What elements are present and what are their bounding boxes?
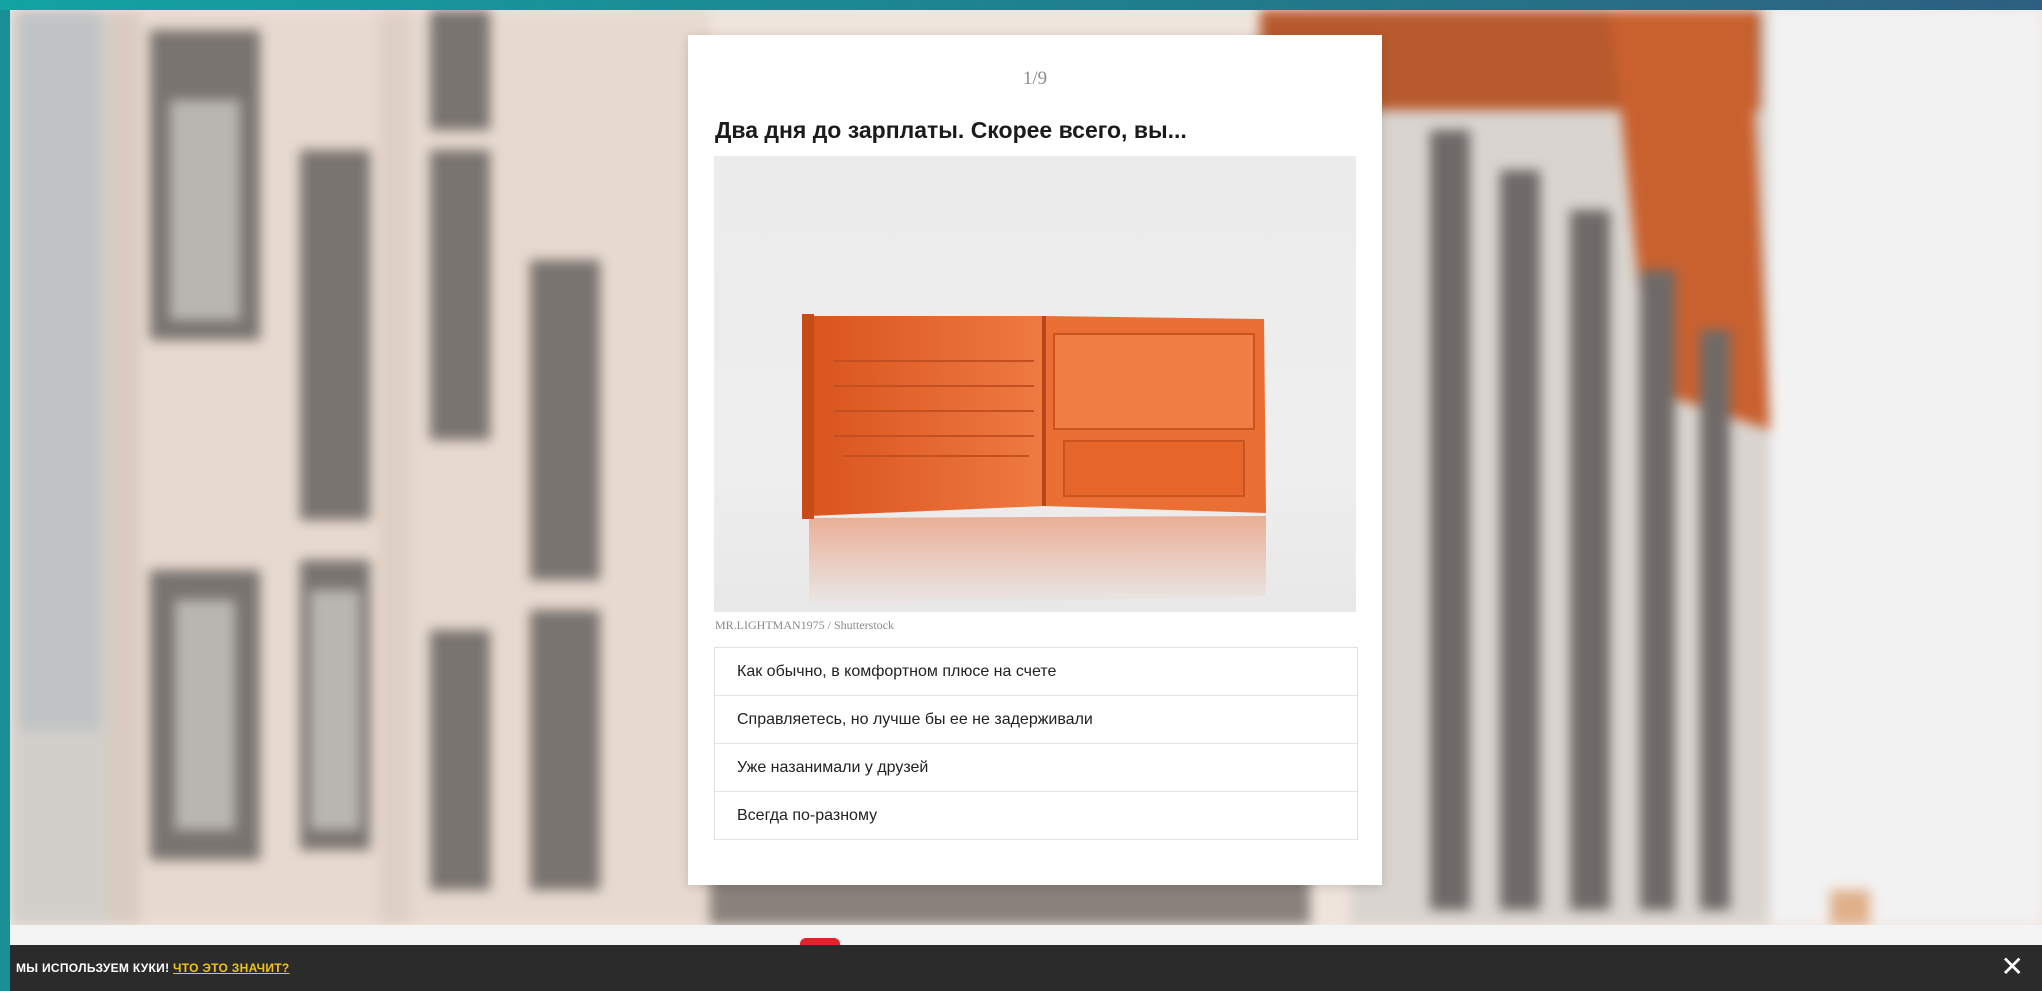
quiz-progress: 1/9 bbox=[1022, 68, 1048, 89]
answer-list: Как обычно, в комфортном плюсе на счете … bbox=[714, 647, 1358, 840]
cookie-info-link[interactable]: ЧТО ЭТО ЗНАЧИТ? bbox=[173, 961, 290, 975]
cookie-text: МЫ ИСПОЛЬЗУЕМ КУКИ! bbox=[16, 961, 170, 975]
page-viewport: 1/9 Два дня до зарплаты. Скорее всего, в… bbox=[10, 10, 2042, 991]
page-footer-strip bbox=[10, 925, 2042, 945]
answer-option-1[interactable]: Как обычно, в комфортном плюсе на счете bbox=[715, 648, 1357, 696]
quiz-card: 1/9 Два дня до зарплаты. Скорее всего, в… bbox=[688, 35, 1382, 885]
cookie-bar: МЫ ИСПОЛЬЗУЕМ КУКИ! ЧТО ЭТО ЗНАЧИТ? ✕ bbox=[10, 945, 2042, 991]
answer-option-2[interactable]: Справляетесь, но лучше бы ее не задержив… bbox=[715, 696, 1357, 744]
wallet-image bbox=[802, 314, 1266, 606]
photo-credit: MR.LIGHTMAN1975 / Shutterstock bbox=[715, 618, 894, 632]
quiz-question: Два дня до зарплаты. Скорее всего, вы... bbox=[715, 117, 1187, 143]
close-icon[interactable]: ✕ bbox=[2001, 952, 2024, 982]
window-frame-top bbox=[0, 0, 2042, 10]
answer-option-3[interactable]: Уже назанимали у друзей bbox=[715, 744, 1357, 792]
answer-option-4[interactable]: Всегда по-разному bbox=[715, 792, 1357, 840]
wallet-photo bbox=[714, 156, 1356, 612]
cookie-message: МЫ ИСПОЛЬЗУЕМ КУКИ! ЧТО ЭТО ЗНАЧИТ? bbox=[16, 961, 290, 975]
